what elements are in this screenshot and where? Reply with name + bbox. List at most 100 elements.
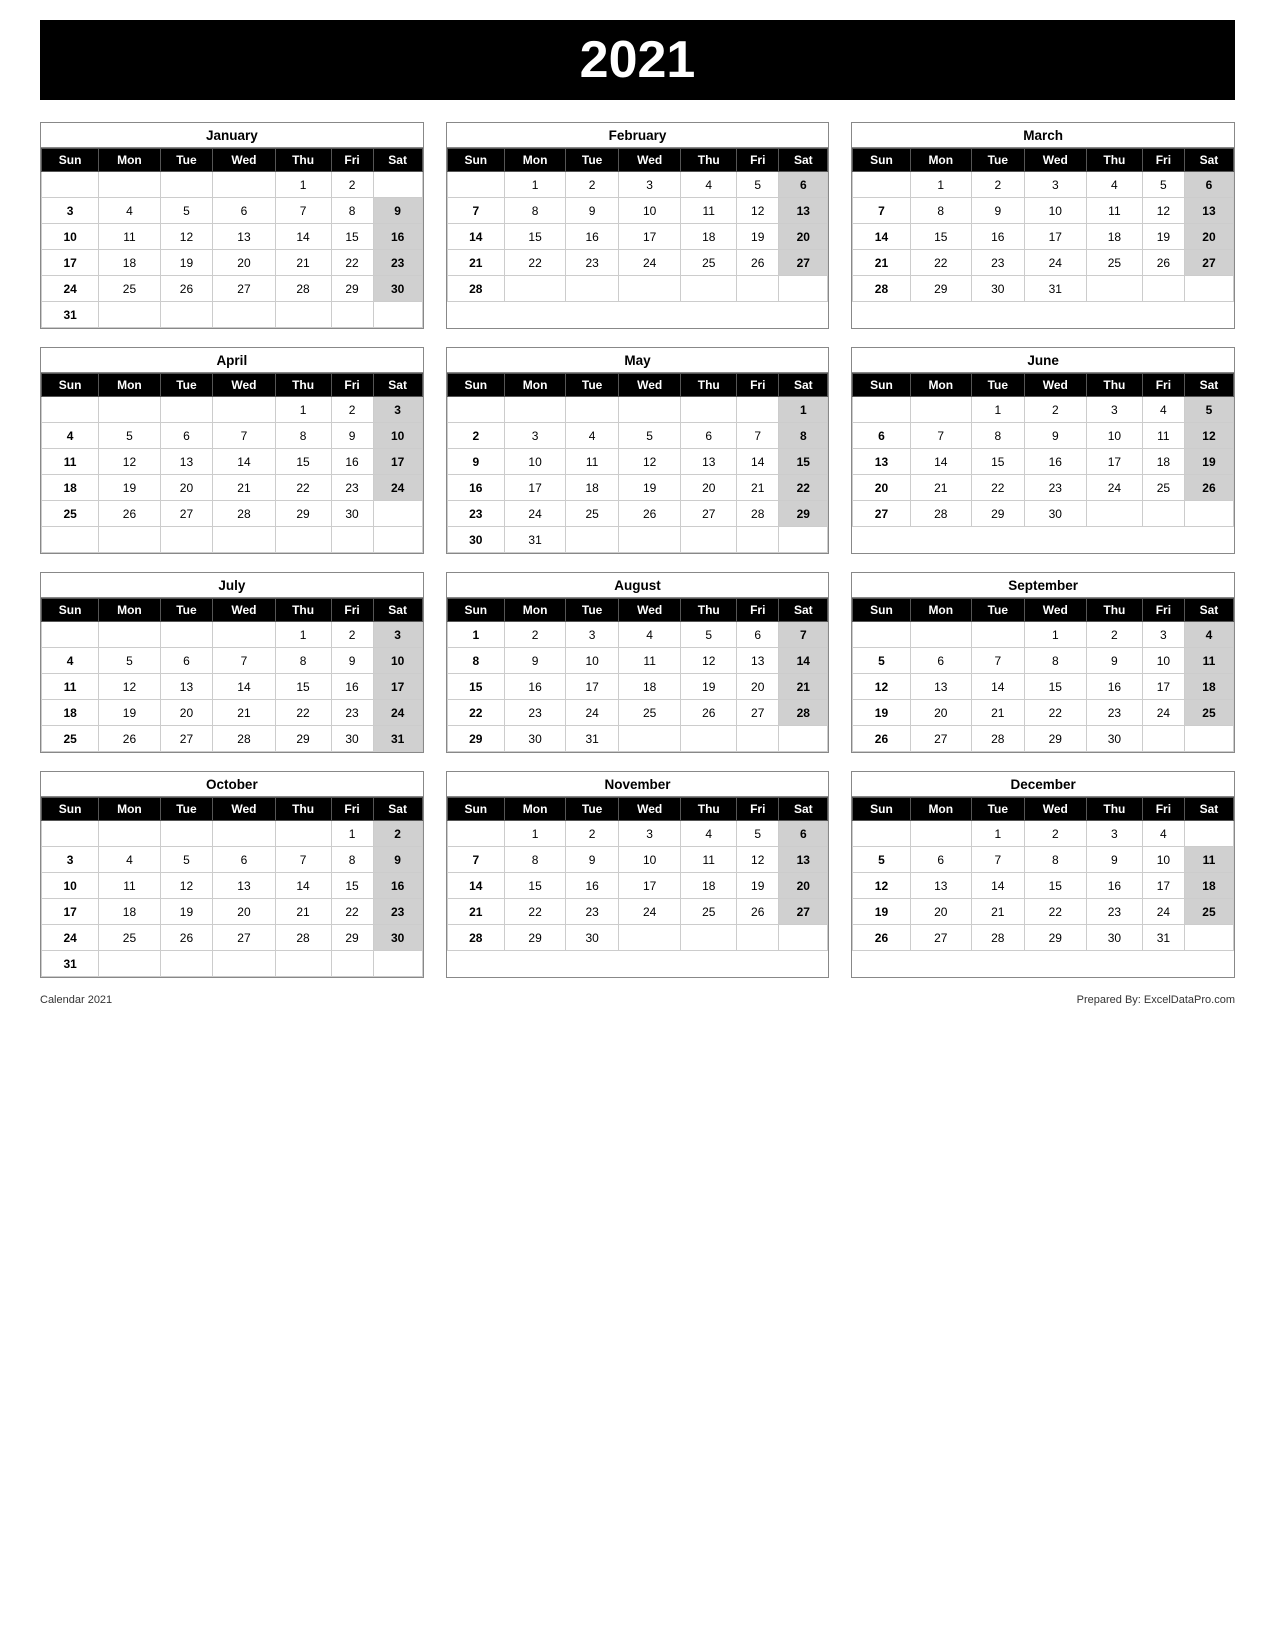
cal-day: 9 (1024, 423, 1086, 449)
cal-day (681, 397, 737, 423)
cal-day: 22 (1024, 700, 1086, 726)
cal-day: 3 (42, 198, 99, 224)
month-title-november: November (447, 772, 829, 797)
cal-day (160, 527, 213, 553)
cal-day: 25 (618, 700, 680, 726)
cal-day: 5 (160, 198, 213, 224)
cal-day (681, 726, 737, 752)
cal-day (853, 622, 910, 648)
cal-day (618, 527, 680, 553)
cal-day: 21 (737, 475, 779, 501)
col-header-sat: Sat (779, 798, 828, 821)
cal-day (447, 397, 504, 423)
cal-day (42, 397, 99, 423)
cal-day: 21 (853, 250, 910, 276)
cal-day: 22 (1024, 899, 1086, 925)
cal-day (213, 821, 275, 847)
cal-day: 2 (1024, 821, 1086, 847)
cal-day: 26 (160, 276, 213, 302)
cal-day: 17 (373, 674, 422, 700)
cal-day (213, 172, 275, 198)
cal-day: 11 (42, 449, 99, 475)
cal-day: 20 (737, 674, 779, 700)
cal-day: 1 (910, 172, 971, 198)
cal-day (1086, 276, 1142, 302)
cal-day: 26 (618, 501, 680, 527)
cal-day: 6 (160, 648, 213, 674)
cal-day: 2 (566, 172, 619, 198)
col-header-fri: Fri (331, 599, 373, 622)
cal-day: 4 (1184, 622, 1233, 648)
cal-day: 26 (737, 250, 779, 276)
cal-day: 12 (1184, 423, 1233, 449)
cal-day: 19 (681, 674, 737, 700)
col-header-tue: Tue (971, 599, 1024, 622)
cal-day: 23 (331, 475, 373, 501)
cal-day (618, 397, 680, 423)
cal-day: 5 (853, 847, 910, 873)
cal-day: 10 (618, 847, 680, 873)
cal-day: 3 (504, 423, 565, 449)
cal-day (99, 821, 160, 847)
col-header-wed: Wed (618, 374, 680, 397)
cal-table-september: SunMonTueWedThuFriSat1234567891011121314… (852, 598, 1234, 752)
cal-day: 9 (1086, 847, 1142, 873)
cal-day: 29 (447, 726, 504, 752)
cal-day: 12 (160, 224, 213, 250)
cal-day: 11 (1086, 198, 1142, 224)
cal-day: 20 (213, 899, 275, 925)
col-header-sat: Sat (779, 374, 828, 397)
cal-day (99, 622, 160, 648)
cal-day (737, 726, 779, 752)
cal-day: 3 (373, 622, 422, 648)
cal-day: 9 (331, 648, 373, 674)
col-header-sat: Sat (1184, 374, 1233, 397)
cal-day: 16 (971, 224, 1024, 250)
cal-day: 10 (42, 224, 99, 250)
cal-day: 30 (1024, 501, 1086, 527)
cal-day: 10 (42, 873, 99, 899)
cal-day: 11 (681, 198, 737, 224)
cal-day: 25 (1184, 899, 1233, 925)
col-header-wed: Wed (213, 599, 275, 622)
cal-day (160, 302, 213, 328)
cal-day: 4 (681, 821, 737, 847)
cal-day: 15 (331, 873, 373, 899)
year-title: 2021 (40, 20, 1235, 100)
cal-day: 24 (618, 899, 680, 925)
cal-day (1184, 925, 1233, 951)
cal-day: 7 (971, 648, 1024, 674)
cal-day: 16 (331, 674, 373, 700)
cal-day: 6 (853, 423, 910, 449)
cal-day: 6 (910, 648, 971, 674)
cal-day: 8 (504, 198, 565, 224)
cal-day: 16 (373, 224, 422, 250)
cal-day: 15 (779, 449, 828, 475)
cal-day: 31 (42, 302, 99, 328)
cal-day: 10 (618, 198, 680, 224)
col-header-sun: Sun (447, 374, 504, 397)
cal-day (331, 302, 373, 328)
cal-day: 8 (275, 423, 331, 449)
cal-day: 18 (681, 873, 737, 899)
cal-day: 8 (910, 198, 971, 224)
cal-day: 8 (971, 423, 1024, 449)
cal-table-july: SunMonTueWedThuFriSat1234567891011121314… (41, 598, 423, 752)
cal-day: 13 (160, 449, 213, 475)
cal-day: 24 (1142, 899, 1184, 925)
col-header-sat: Sat (373, 149, 422, 172)
cal-day (99, 527, 160, 553)
footer-left: Calendar 2021 (40, 994, 112, 1006)
month-title-july: July (41, 573, 423, 598)
cal-day (737, 925, 779, 951)
cal-day (779, 276, 828, 302)
cal-day (42, 527, 99, 553)
cal-day: 4 (1086, 172, 1142, 198)
cal-day (1142, 726, 1184, 752)
cal-day: 4 (1142, 397, 1184, 423)
cal-day: 9 (971, 198, 1024, 224)
cal-day: 13 (160, 674, 213, 700)
cal-day: 16 (504, 674, 565, 700)
col-header-sun: Sun (853, 374, 910, 397)
col-header-sun: Sun (853, 798, 910, 821)
